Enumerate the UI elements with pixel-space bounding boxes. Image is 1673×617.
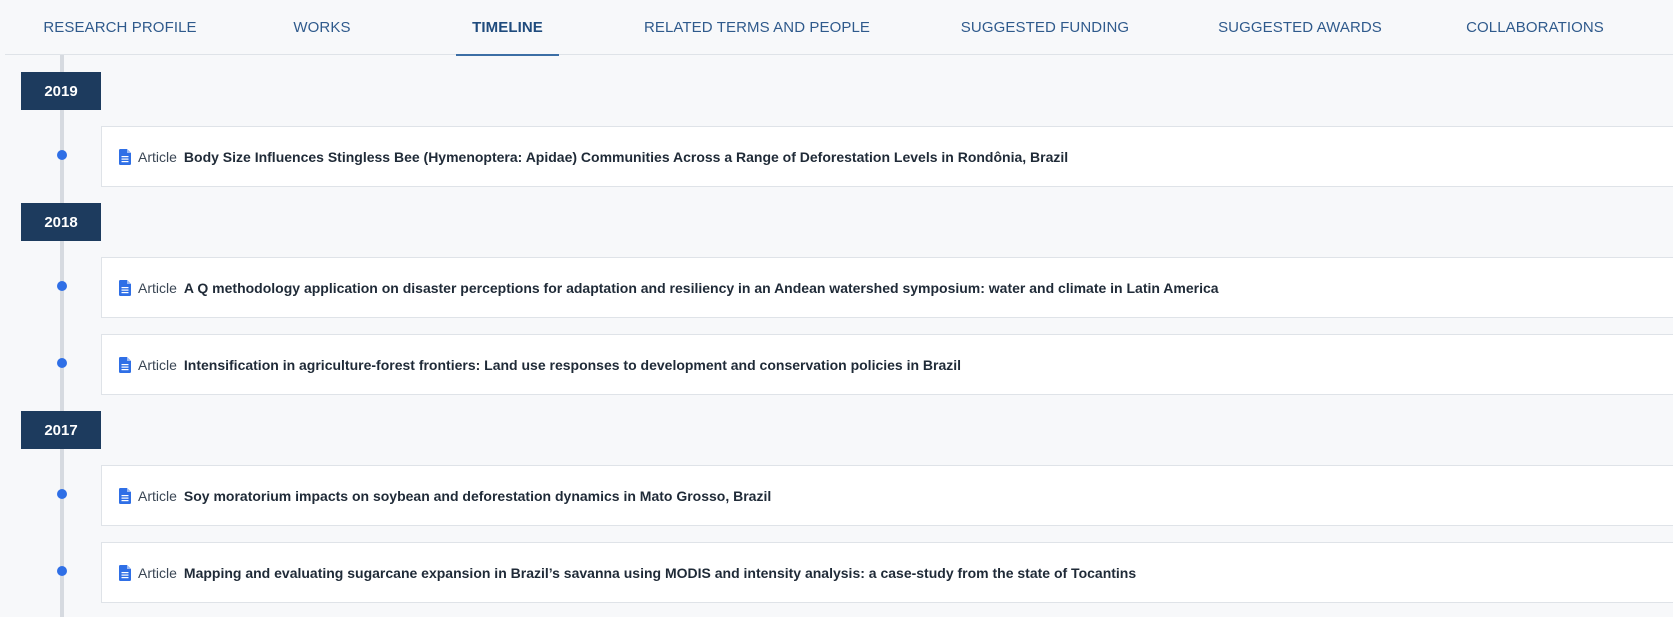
document-icon [119, 279, 131, 296]
item-type-label: Article [138, 356, 177, 373]
document-icon [119, 487, 131, 504]
timeline-item-article[interactable]: Article Soy moratorium impacts on soybea… [101, 465, 1673, 526]
timeline-item-article[interactable]: Article Mapping and evaluating sugarcane… [101, 542, 1673, 603]
timeline-dot [57, 566, 67, 576]
item-title[interactable]: A Q methodology application on disaster … [184, 280, 1219, 296]
year-badge-2017: 2017 [21, 411, 101, 449]
tab-suggested-funding[interactable]: SUGGESTED FUNDING [955, 0, 1135, 55]
timeline-dot [57, 150, 67, 160]
year-badge-2019: 2019 [21, 72, 101, 110]
timeline-item-article[interactable]: Article A Q methodology application on d… [101, 257, 1673, 318]
document-icon [119, 148, 131, 165]
timeline-dot [57, 281, 67, 291]
tab-works[interactable]: WORKS [287, 0, 357, 55]
item-type-label: Article [138, 487, 177, 504]
item-type-label: Article [138, 564, 177, 581]
tab-timeline[interactable]: TIMELINE [456, 0, 559, 56]
timeline-dot [57, 489, 67, 499]
document-icon [119, 564, 131, 581]
item-title[interactable]: Mapping and evaluating sugarcane expansi… [184, 565, 1136, 581]
tab-collaborations[interactable]: COLLABORATIONS [1465, 0, 1605, 55]
timeline-line [60, 55, 64, 617]
document-icon [119, 356, 131, 373]
tab-research-profile[interactable]: RESEARCH PROFILE [43, 0, 196, 55]
tab-related-terms-and-people[interactable]: RELATED TERMS AND PEOPLE [637, 0, 877, 55]
year-badge-2018: 2018 [21, 203, 101, 241]
timeline-dot [57, 358, 67, 368]
item-title[interactable]: Soy moratorium impacts on soybean and de… [184, 488, 771, 504]
item-type-label: Article [138, 279, 177, 296]
tab-suggested-awards[interactable]: SUGGESTED AWARDS [1215, 0, 1385, 55]
timeline-item-article[interactable]: Article Body Size Influences Stingless B… [101, 126, 1673, 187]
timeline-item-article[interactable]: Article Intensification in agriculture-f… [101, 334, 1673, 395]
item-title[interactable]: Intensification in agriculture-forest fr… [184, 357, 961, 373]
item-title[interactable]: Body Size Influences Stingless Bee (Hyme… [184, 149, 1068, 165]
item-type-label: Article [138, 148, 177, 165]
profile-tab-bar: RESEARCH PROFILE WORKS TIMELINE RELATED … [5, 0, 1673, 56]
